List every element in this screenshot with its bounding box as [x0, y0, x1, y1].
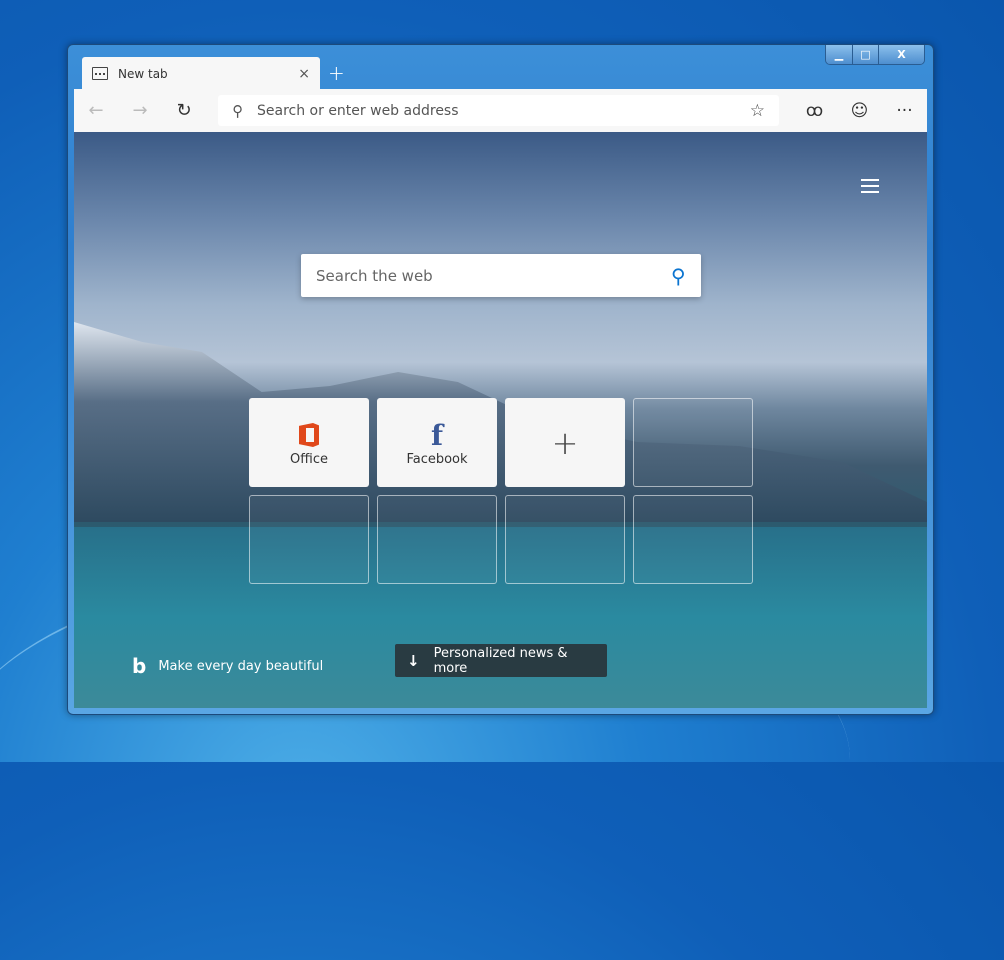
search-icon[interactable]: ⚲ [671, 264, 686, 288]
new-tab-button[interactable]: + [328, 61, 345, 85]
tab-new-tab[interactable]: New tab × [82, 57, 320, 90]
minimize-button[interactable]: ▁ [826, 45, 853, 64]
toolbar: ← → ↻ ⚲ Search or enter web address ☆ ꝏ … [74, 89, 927, 132]
close-tab-icon[interactable]: × [298, 66, 310, 82]
favorite-star-icon[interactable]: ☆ [750, 101, 765, 121]
bing-image-info[interactable]: b Make every day beautiful [132, 654, 323, 678]
add-icon: + [551, 423, 579, 462]
bing-caption: Make every day beautiful [158, 658, 324, 674]
search-icon: ⚲ [232, 101, 243, 120]
back-icon[interactable]: ← [74, 100, 118, 121]
profile-icon[interactable]: ꝏ [792, 101, 837, 121]
add-site-tile[interactable]: + [505, 398, 625, 487]
personalized-news-button[interactable]: ↓ Personalized news & more [395, 644, 607, 677]
empty-tile [633, 495, 753, 584]
facebook-icon: f [430, 418, 444, 452]
office-icon [299, 423, 319, 447]
new-tab-page-icon [92, 67, 108, 80]
tile-label: Office [290, 452, 328, 467]
empty-tile [377, 495, 497, 584]
tile-facebook[interactable]: f Facebook [377, 398, 497, 487]
empty-tile [249, 495, 369, 584]
empty-tile [505, 495, 625, 584]
close-button[interactable]: X [879, 45, 924, 64]
address-bar[interactable]: ⚲ Search or enter web address ☆ [218, 95, 779, 126]
web-search-box[interactable]: Search the web ⚲ [301, 254, 701, 297]
tile-label: Facebook [406, 452, 468, 467]
empty-tile [633, 398, 753, 487]
bing-logo-icon: b [132, 654, 147, 678]
maximize-button[interactable]: □ [853, 45, 879, 64]
news-button-label: Personalized news & more [433, 645, 568, 676]
more-icon[interactable]: ··· [882, 101, 927, 121]
refresh-icon[interactable]: ↻ [162, 100, 206, 121]
forward-icon[interactable]: → [118, 100, 162, 121]
tile-office[interactable]: Office [249, 398, 369, 487]
address-placeholder: Search or enter web address [257, 102, 459, 119]
new-tab-page: Search the web ⚲ Office f Facebook + b Ma… [74, 132, 927, 708]
tab-title: New tab [118, 66, 168, 81]
arrow-down-icon: ↓ [407, 651, 420, 670]
page-settings-menu-icon[interactable] [861, 179, 879, 197]
caption-buttons: ▁ □ X [825, 45, 925, 65]
feedback-smiley-icon[interactable]: ☺ [837, 101, 882, 121]
browser-window: ▁ □ X New tab × + ← → ↻ ⚲ Search or ente… [67, 44, 934, 715]
web-search-placeholder: Search the web [316, 266, 433, 285]
top-sites: Office f Facebook + [249, 398, 753, 584]
